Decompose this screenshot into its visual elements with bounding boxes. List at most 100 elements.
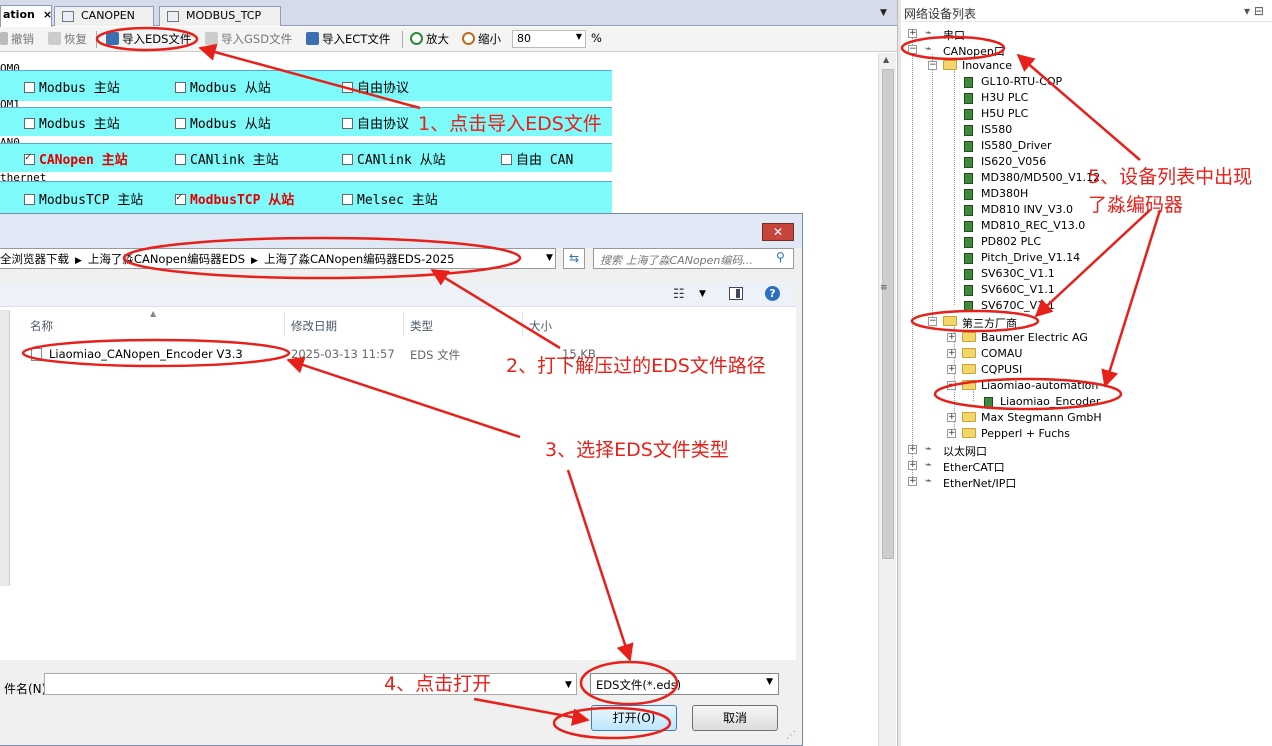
tree-device[interactable]: H5U PLC [981,107,1028,120]
canlink-slave-checkbox[interactable]: CANlink 从站 [342,149,446,168]
chevron-right-icon[interactable]: ▶ [251,256,258,266]
tree-device[interactable]: MD810 INV_V3.0 [981,203,1073,216]
zoom-out-button[interactable]: 缩小 [462,31,501,47]
expand-icon[interactable]: + [908,29,917,38]
filename-input[interactable] [44,673,577,695]
expand-icon[interactable]: + [947,429,956,438]
zoom-level-select[interactable]: 80 ▼ [512,30,586,48]
splitter-grip-icon[interactable]: ≡ [880,283,888,293]
import-ect-button[interactable]: 导入ECT文件 [306,31,390,47]
collapse-icon[interactable]: − [908,45,917,54]
expand-icon[interactable]: + [908,477,917,486]
search-icon[interactable]: ⚲ [776,250,785,264]
modbus-slave-checkbox[interactable]: Modbus 从站 [175,113,271,132]
tab-list-dropdown-icon[interactable]: ▼ [880,8,887,18]
modbustcp-slave-checkbox[interactable]: ModbusTCP 从站 [175,189,294,208]
modbustcp-master-checkbox[interactable]: ModbusTCP 主站 [24,189,143,208]
tree-device[interactable]: SV630C_V1.1 [981,267,1055,280]
tree-vendor[interactable]: Baumer Electric AG [981,331,1088,344]
tree-device[interactable]: IS620_V056 [981,155,1046,168]
chevron-down-icon[interactable]: ▼ [699,289,706,299]
address-history-dropdown-icon[interactable]: ▼ [546,253,553,263]
address-bar[interactable]: 全浏览器下载 ▶ 上海了淼CANopen编码器EDS ▶ 上海了淼CANopen编码器E… [0,248,556,269]
undo-button[interactable]: 撤销 [0,31,34,47]
tree-node-inovance[interactable]: Inovance [962,59,1012,72]
column-divider[interactable] [522,312,523,336]
search-input[interactable]: 搜索 上海了淼CANopen编码... [593,248,794,269]
free-protocol-checkbox[interactable]: 自由协议 [342,77,409,96]
canopen-master-checkbox[interactable]: CANopen 主站 [24,149,128,168]
scrollbar-thumb[interactable] [882,69,894,559]
canlink-master-checkbox[interactable]: CANlink 主站 [175,149,279,168]
tree-node-serial[interactable]: 串口 [943,27,965,43]
tree-vendor[interactable]: CQPUSI [981,363,1022,376]
file-name[interactable]: Liaomiao_CANopen_Encoder V3.3 [49,347,243,361]
breadcrumb-item[interactable]: 全浏览器下载 [0,252,69,266]
tree-node-ethernetip[interactable]: EtherNet/IP口 [943,475,1016,491]
tree-vendor[interactable]: COMAU [981,347,1022,360]
free-protocol-checkbox[interactable]: 自由协议 [342,113,409,132]
tree-device[interactable]: Pitch_Drive_V1.14 [981,251,1080,264]
panel-splitter[interactable] [897,0,901,746]
tree-device[interactable]: IS580_Driver [981,139,1052,152]
expand-icon[interactable]: + [908,445,917,454]
tree-device[interactable]: SV660C_V1.1 [981,283,1055,296]
expand-icon[interactable]: + [947,349,956,358]
tree-device[interactable]: H3U PLC [981,91,1028,104]
column-header-date[interactable]: 修改日期 [291,318,337,334]
tab-configuration[interactable]: ation × [0,5,52,27]
free-can-checkbox[interactable]: 自由 CAN [501,149,573,168]
column-header-type[interactable]: 类型 [410,318,433,334]
import-eds-button[interactable]: 导入EDS文件 [106,31,191,47]
tree-device[interactable]: MD810_REC_V13.0 [981,219,1085,232]
chevron-down-icon[interactable]: ▼ [565,680,572,690]
expand-icon[interactable]: + [947,333,956,342]
redo-button[interactable]: 恢复 [48,31,87,47]
zoom-in-button[interactable]: 放大 [410,31,449,47]
preview-pane-icon[interactable] [729,287,743,300]
collapse-icon[interactable]: − [947,381,956,390]
panel-pin-icon[interactable]: ▾ ⊟ [1244,4,1264,18]
collapse-icon[interactable]: − [928,61,937,70]
dialog-close-button[interactable]: ✕ [762,223,794,241]
editor-vertical-scrollbar[interactable]: ▲ [878,53,896,746]
resize-grip-icon[interactable]: ⋰ [786,730,796,741]
melsec-master-checkbox[interactable]: Melsec 主站 [342,189,438,208]
cancel-button[interactable]: 取消 [692,705,778,731]
open-button[interactable]: 打开(O) [591,705,677,731]
tab-modbus-tcp[interactable]: MODBUS_TCP [159,6,281,26]
tree-vendor[interactable]: Liaomiao-automation [981,379,1098,392]
nav-pane-scrollbar[interactable] [0,310,10,586]
modbus-slave-checkbox[interactable]: Modbus 从站 [175,77,271,96]
tree-vendor[interactable]: Pepperl + Fuchs [981,427,1070,440]
breadcrumb-item[interactable]: 上海了淼CANopen编码器EDS-2025 [264,252,455,266]
tree-device[interactable]: GL10-RTU-COP [981,75,1062,88]
file-type-select[interactable]: EDS文件(*.eds) ▼ [590,673,779,695]
scroll-up-icon[interactable]: ▲ [883,55,889,64]
tree-device[interactable]: SV670C_V1.1 [981,299,1055,312]
column-divider[interactable] [284,312,285,336]
expand-icon[interactable]: + [947,365,956,374]
refresh-button[interactable]: ⇆ [563,248,585,269]
import-gsd-button[interactable]: 导入GSD文件 [205,31,292,47]
tab-canopen[interactable]: CANOPEN [54,6,154,26]
tree-node-canopen[interactable]: CANopen口 [943,43,1005,59]
column-header-name[interactable]: 名称 [30,318,53,334]
tree-node-ethernet[interactable]: 以太网口 [943,443,987,459]
tree-device[interactable]: MD380H [981,187,1028,200]
tree-device[interactable]: IS580 [981,123,1012,136]
close-tab-icon[interactable]: × [43,8,52,21]
column-header-size[interactable]: 大小 [529,318,552,334]
expand-icon[interactable]: + [908,461,917,470]
expand-icon[interactable]: + [947,413,956,422]
tree-device[interactable]: MD380/MD500_V1.12 [981,171,1100,184]
tree-node-third-party[interactable]: 第三方厂商 [962,315,1017,331]
breadcrumb-item[interactable]: 上海了淼CANopen编码器EDS [88,252,245,266]
help-icon[interactable]: ? [765,286,780,301]
modbus-master-checkbox[interactable]: Modbus 主站 [24,113,120,132]
modbus-master-checkbox[interactable]: Modbus 主站 [24,77,120,96]
tree-device-liaomiao-encoder[interactable]: Liaomiao_Encoder [1000,395,1100,408]
collapse-icon[interactable]: − [928,317,937,326]
column-divider[interactable] [403,312,404,336]
tree-node-ethercat[interactable]: EtherCAT口 [943,459,1005,475]
